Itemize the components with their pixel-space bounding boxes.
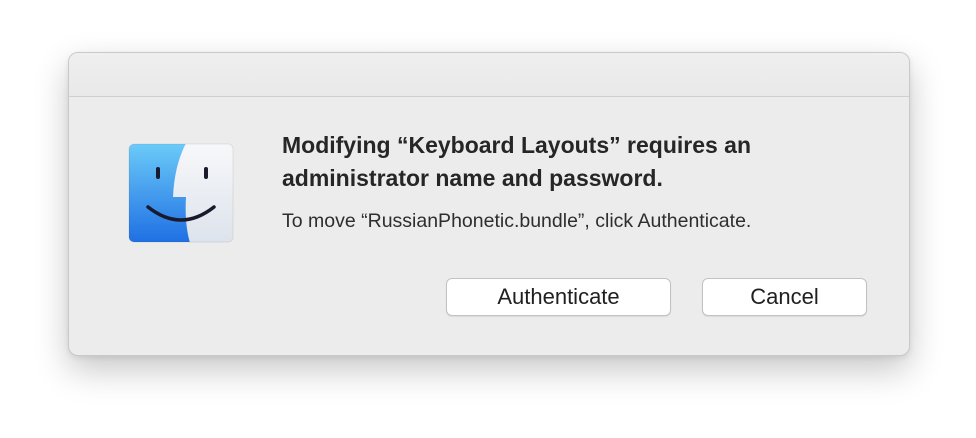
dialog-headline: Modifying “Keyboard Layouts” requires an… bbox=[282, 132, 752, 191]
finder-icon bbox=[128, 143, 234, 243]
authenticate-button[interactable]: Authenticate bbox=[446, 278, 671, 316]
authentication-dialog: Modifying “Keyboard Layouts” requires an… bbox=[68, 52, 910, 356]
dialog-message: To move “RussianPhonetic.bundle”, click … bbox=[282, 210, 752, 232]
cancel-button[interactable]: Cancel bbox=[702, 278, 867, 316]
dialog-titlebar[interactable] bbox=[69, 53, 909, 97]
